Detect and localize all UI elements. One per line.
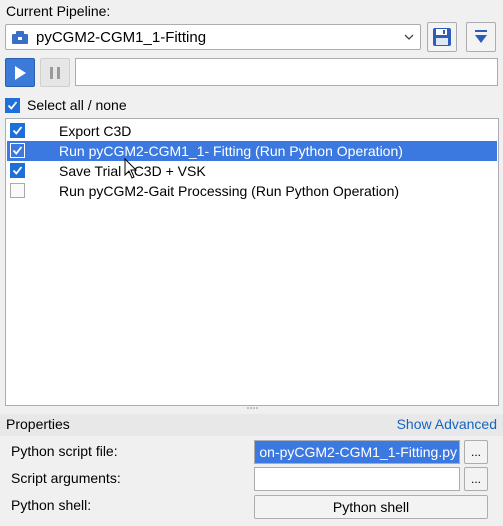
properties-title: Properties bbox=[6, 416, 70, 432]
pipeline-menu-button[interactable] bbox=[466, 22, 496, 52]
browse-arguments-button[interactable]: ... bbox=[464, 467, 488, 491]
script-arguments-label: Script arguments: bbox=[11, 470, 121, 486]
save-pipeline-button[interactable] bbox=[427, 22, 457, 52]
operation-label: Run pyCGM2-Gait Processing (Run Python O… bbox=[59, 183, 400, 199]
dropdown-menu-icon bbox=[475, 30, 487, 43]
pipeline-dropdown[interactable]: pyCGM2-CGM1_1-Fitting bbox=[5, 24, 421, 50]
pipeline-name: pyCGM2-CGM1_1-Fitting bbox=[36, 28, 207, 46]
script-file-label: Python script file: bbox=[11, 443, 118, 459]
checkmark-icon bbox=[12, 166, 23, 175]
script-file-field[interactable]: on-pyCGM2-CGM1_1-Fitting.py bbox=[254, 440, 460, 464]
progress-bar bbox=[75, 58, 498, 86]
pipeline-icon bbox=[12, 31, 28, 44]
list-item[interactable]: Export C3D bbox=[7, 121, 497, 141]
python-shell-label: Python shell: bbox=[11, 497, 92, 513]
checkmark-icon bbox=[12, 146, 23, 155]
play-button[interactable] bbox=[5, 58, 35, 87]
mouse-cursor-icon bbox=[124, 158, 138, 179]
select-all-label: Select all / none bbox=[27, 97, 127, 113]
operation-label: Export C3D bbox=[59, 123, 132, 139]
current-pipeline-label: Current Pipeline: bbox=[6, 3, 111, 19]
operation-label: Run pyCGM2-CGM1_1- Fitting (Run Python O… bbox=[59, 143, 403, 159]
script-file-value: on-pyCGM2-CGM1_1-Fitting.py bbox=[259, 444, 457, 460]
pause-icon bbox=[50, 66, 60, 79]
browse-script-button[interactable]: ... bbox=[464, 440, 488, 464]
select-all-checkbox[interactable]: Select all / none bbox=[5, 97, 127, 113]
play-icon bbox=[15, 65, 26, 80]
script-arguments-field[interactable] bbox=[254, 467, 460, 491]
checkmark-icon bbox=[7, 100, 18, 110]
list-item[interactable]: Save Trial - C3D + VSK bbox=[7, 161, 497, 181]
checkbox[interactable] bbox=[10, 143, 25, 158]
list-item[interactable]: Run pyCGM2-CGM1_1- Fitting (Run Python O… bbox=[7, 141, 497, 161]
list-item[interactable]: Run pyCGM2-Gait Processing (Run Python O… bbox=[7, 181, 497, 201]
checkmark-icon bbox=[12, 126, 23, 135]
floppy-disk-icon bbox=[433, 28, 451, 46]
operations-list[interactable]: Export C3D Run pyCGM2-CGM1_1- Fitting (R… bbox=[5, 118, 499, 406]
checkbox[interactable] bbox=[10, 123, 25, 138]
splitter-handle[interactable] bbox=[246, 406, 258, 410]
show-advanced-link[interactable]: Show Advanced bbox=[397, 416, 497, 432]
checkbox[interactable] bbox=[10, 163, 25, 178]
checkbox[interactable] bbox=[10, 183, 25, 198]
checkbox[interactable] bbox=[5, 97, 20, 113]
pause-button[interactable] bbox=[40, 58, 70, 87]
python-shell-button[interactable]: Python shell bbox=[254, 495, 488, 519]
chevron-down-icon bbox=[404, 34, 414, 40]
